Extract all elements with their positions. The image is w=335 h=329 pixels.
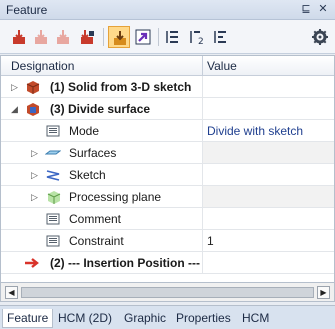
value-cell[interactable]: Divide with sketch [202,120,334,141]
tree-row-label: Processing plane [69,190,162,204]
tree-row-surfaces[interactable]: ▷ Surfaces [1,142,334,164]
tree-row-label: Surfaces [69,146,117,160]
feature-red-2-button[interactable] [30,26,52,48]
property-icon [46,235,60,247]
property-row-constraint[interactable]: Constraint 1 [1,230,334,252]
value-cell[interactable] [202,164,334,185]
sort-2-button[interactable]: 2 [186,26,208,48]
scroll-left-icon[interactable]: ◀ [5,286,18,299]
panel-title: Feature [6,3,48,17]
tree-row-solid[interactable]: ▷ (1) Solid from 3-D sketch [1,76,334,98]
divide-surface-icon [27,103,39,116]
sort-3-button[interactable] [210,26,232,48]
sort-1-button[interactable] [162,26,184,48]
designation-header[interactable]: Designation [11,59,74,73]
feature-toolbar: 2 [0,20,335,54]
value-cell[interactable] [202,186,334,207]
value-text: 1 [207,234,214,248]
feature-red-4-icon [81,30,94,44]
navigate-arrow-button[interactable] [132,26,154,48]
toolbar-separator [103,28,104,46]
tree-row-label: (1) Solid from 3-D sketch [50,80,192,94]
feature-red-3-icon [57,30,69,44]
value-cell[interactable]: 1 [202,230,334,251]
tree-row-label: Sketch [69,168,106,182]
sort-1-icon [166,31,178,43]
tree-row-sketch[interactable]: ▷ Sketch [1,164,334,186]
value-cell[interactable] [202,208,334,229]
tab-hcm-2d[interactable]: HCM (2D) [54,309,116,328]
grid-header: Designation Value [1,56,334,76]
settings-button[interactable] [309,26,331,48]
sketch-icon [46,170,60,181]
tree-row-label: (2) --- Insertion Position --- [50,256,200,270]
surfaces-icon [45,150,61,155]
sort-3-icon [214,31,226,43]
sort-2-icon: 2 [190,31,204,46]
close-icon[interactable]: ✕ [316,2,330,17]
gear-icon [312,29,328,45]
tab-feature[interactable]: Feature [2,309,54,328]
property-icon [46,125,60,137]
expand-icon[interactable]: ▷ [31,169,41,181]
navigate-arrow-icon [135,29,151,45]
property-label: Mode [69,124,100,138]
value-cell[interactable] [202,76,334,97]
expand-icon[interactable]: ▷ [11,81,21,93]
panel-titlebar: Feature ⊑ ✕ [0,0,335,20]
solid-icon [26,81,40,94]
tree-row-processing-plane[interactable]: ▷ Processing plane [1,186,334,208]
feature-red-1-icon [13,30,25,44]
value-cell[interactable] [202,252,334,273]
tab-hcm[interactable]: HCM [238,309,273,328]
property-label: Comment [69,212,122,226]
expand-icon[interactable]: ▷ [31,191,41,203]
property-row-mode[interactable]: Mode Divide with sketch [1,120,334,142]
property-icon [46,213,60,225]
scroll-thumb[interactable] [21,287,314,298]
value-header[interactable]: Value [207,59,237,73]
tree-row-divide-surface[interactable]: ◢ (3) Divide surface [1,98,334,120]
collapse-icon[interactable]: ◢ [11,103,21,115]
feature-red-2-icon [35,30,47,44]
feature-red-1-button[interactable] [8,26,30,48]
header-divider[interactable] [202,56,203,76]
feature-red-3-button[interactable] [52,26,74,48]
feature-yellow-icon [114,31,126,45]
svg-text:2: 2 [198,37,204,46]
tree-row-insertion-position[interactable]: (2) --- Insertion Position --- [1,252,334,274]
feature-red-4-button[interactable] [76,26,98,48]
tree-row-label: (3) Divide surface [50,102,151,116]
pin-icon[interactable]: ⊑ [299,2,313,17]
processing-plane-icon [47,191,61,204]
tab-properties[interactable]: Properties [172,309,235,328]
horizontal-scrollbar[interactable]: ◀ ▶ [0,283,335,302]
property-label: Constraint [69,234,124,248]
property-row-comment[interactable]: Comment [1,208,334,230]
panel-tabs: Feature HCM (2D) Graphic Properties HCM [0,305,335,329]
feature-grid: Designation Value ▷ (1) Solid from 3-D s… [0,55,335,283]
expand-icon[interactable]: ▷ [31,147,41,159]
scroll-right-icon[interactable]: ▶ [317,286,330,299]
feature-yellow-button[interactable] [108,26,130,48]
tab-graphic[interactable]: Graphic [120,309,170,328]
toolbar-separator [158,28,159,46]
value-cell[interactable] [202,98,334,119]
value-cell[interactable] [202,142,334,163]
insertion-arrow-icon [25,258,39,268]
value-text: Divide with sketch [207,124,304,138]
